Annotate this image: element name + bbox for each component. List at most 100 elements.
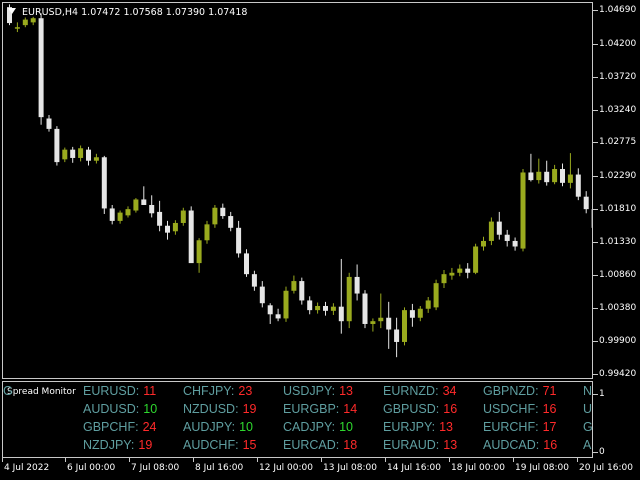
spread-value: 10 [143, 402, 158, 416]
spread-item: CHFJPY: 23 [183, 384, 252, 398]
candle-body [117, 212, 123, 221]
candle [244, 249, 249, 277]
spread-item: EURJPY: 13 [383, 420, 453, 434]
candle [101, 155, 107, 214]
spread-item: U [583, 402, 592, 416]
time-axis-label: 8 Jul 16:00 [195, 463, 244, 473]
candle-body [22, 19, 28, 26]
price-chart-area[interactable]: EURUSD,H4 1.07472 1.07568 1.07390 1.0741… [2, 2, 593, 379]
time-axis[interactable]: 4 Jul 2022 6 Jul 00:00 7 Jul 08:00 8 Jul 16… [0, 458, 640, 480]
spread-pair-label: EURCHF: [483, 420, 539, 434]
candle [354, 264, 360, 301]
candle [362, 290, 368, 329]
candle-body [544, 171, 550, 183]
ohlc-low: 1.07390 [165, 7, 206, 18]
candle-body [473, 246, 479, 273]
price-axis-label: 1.02775 [599, 137, 637, 147]
time-axis-tick [193, 458, 194, 462]
candle [141, 186, 147, 205]
candle-body [125, 209, 131, 216]
candle [283, 286, 289, 322]
candle-body [251, 274, 257, 287]
candle [425, 296, 431, 313]
price-axis-label: 1.03720 [599, 72, 637, 82]
spread-value: 17 [542, 420, 557, 434]
candle-body [212, 207, 218, 225]
candle-body [378, 317, 384, 322]
time-axis-label: 4 Jul 2022 [4, 463, 50, 473]
candle-body [228, 216, 234, 228]
price-axis-tick [593, 242, 598, 243]
spread-value: 71 [542, 384, 557, 398]
spread-item: AUDUSD: 10 [83, 402, 157, 416]
candle-body [409, 310, 415, 318]
candle-body [299, 281, 305, 301]
symbol-info-bar: EURUSD,H4 1.07472 1.07568 1.07390 1.0741… [8, 7, 247, 18]
time-axis-tick [577, 458, 578, 462]
candle [504, 229, 510, 247]
ohlc-high: 1.07568 [123, 7, 163, 18]
candle-body [38, 18, 44, 118]
spread-item: EURNZD: 34 [383, 384, 456, 398]
candle-body [457, 268, 463, 273]
candle-body [149, 204, 155, 214]
candle [172, 220, 178, 235]
dropdown-triangle-icon [8, 8, 16, 14]
spread-pair-label: CHFJPY: [183, 384, 235, 398]
spread-pair-label: AUDJPY: [183, 420, 236, 434]
spread-monitor-pane[interactable]: Spread Monitor EURUSD: 11 AUDUSD: 10 GBPCHF:… [2, 381, 593, 458]
indicator-axis-tick [593, 394, 598, 395]
spread-pair-label: USDJPY: [283, 384, 336, 398]
candle-body [354, 276, 360, 294]
candle-body [338, 306, 344, 322]
candle [417, 305, 423, 322]
candle-body [172, 222, 178, 232]
candle-body [512, 240, 518, 247]
spread-value: 23 [238, 384, 253, 398]
chart-window[interactable]: EURUSD,H4 1.07472 1.07568 1.07390 1.0741… [0, 0, 640, 480]
candle-body [78, 148, 84, 158]
spread-pair-label: NZDUSD: [183, 402, 239, 416]
candle [402, 307, 407, 346]
candle-body [101, 157, 107, 209]
candle-body [54, 128, 60, 163]
spread-value: 14 [343, 402, 358, 416]
candle-body [552, 169, 558, 183]
candle [109, 204, 115, 225]
spread-item: EURAUD: 13 [383, 438, 457, 452]
time-axis-tick [257, 458, 258, 462]
candle [30, 16, 36, 26]
candlestick-series [7, 4, 592, 358]
time-axis-tick [2, 458, 3, 462]
spread-pair-label: EURAUD: [383, 438, 440, 452]
time-axis-tick [65, 458, 66, 462]
spread-pair-label: USDCHF: [483, 402, 539, 416]
candle-body [496, 221, 502, 235]
candle [370, 318, 376, 332]
candle [315, 302, 321, 314]
price-axis-tick [593, 308, 598, 309]
candle-body [220, 207, 226, 217]
time-axis-tick [129, 458, 130, 462]
price-axis-tick [593, 374, 598, 375]
price-axis-label: 1.03240 [599, 105, 637, 115]
candle-body [441, 274, 447, 284]
time-axis-label: 19 Jul 08:00 [515, 463, 569, 473]
candle [575, 168, 581, 201]
candle-body [481, 240, 486, 247]
spread-item: AUDJPY: 10 [183, 420, 253, 434]
candle [307, 296, 313, 315]
candle-body [417, 308, 423, 318]
candle [133, 198, 139, 213]
candle [496, 211, 502, 240]
spread-value: 34 [442, 384, 457, 398]
price-axis[interactable]: 1.04690 1.04200 1.03720 1.03240 1.02775 1.022… [593, 0, 640, 380]
candle-body [30, 18, 36, 23]
candle [78, 145, 84, 162]
time-axis-label: 14 Jul 16:00 [387, 463, 441, 473]
candle-body [46, 118, 52, 129]
spread-pair-label: AUDCHF: [183, 438, 239, 452]
candle-body [109, 208, 115, 221]
candle-body [315, 305, 321, 311]
price-axis-tick [593, 209, 598, 210]
